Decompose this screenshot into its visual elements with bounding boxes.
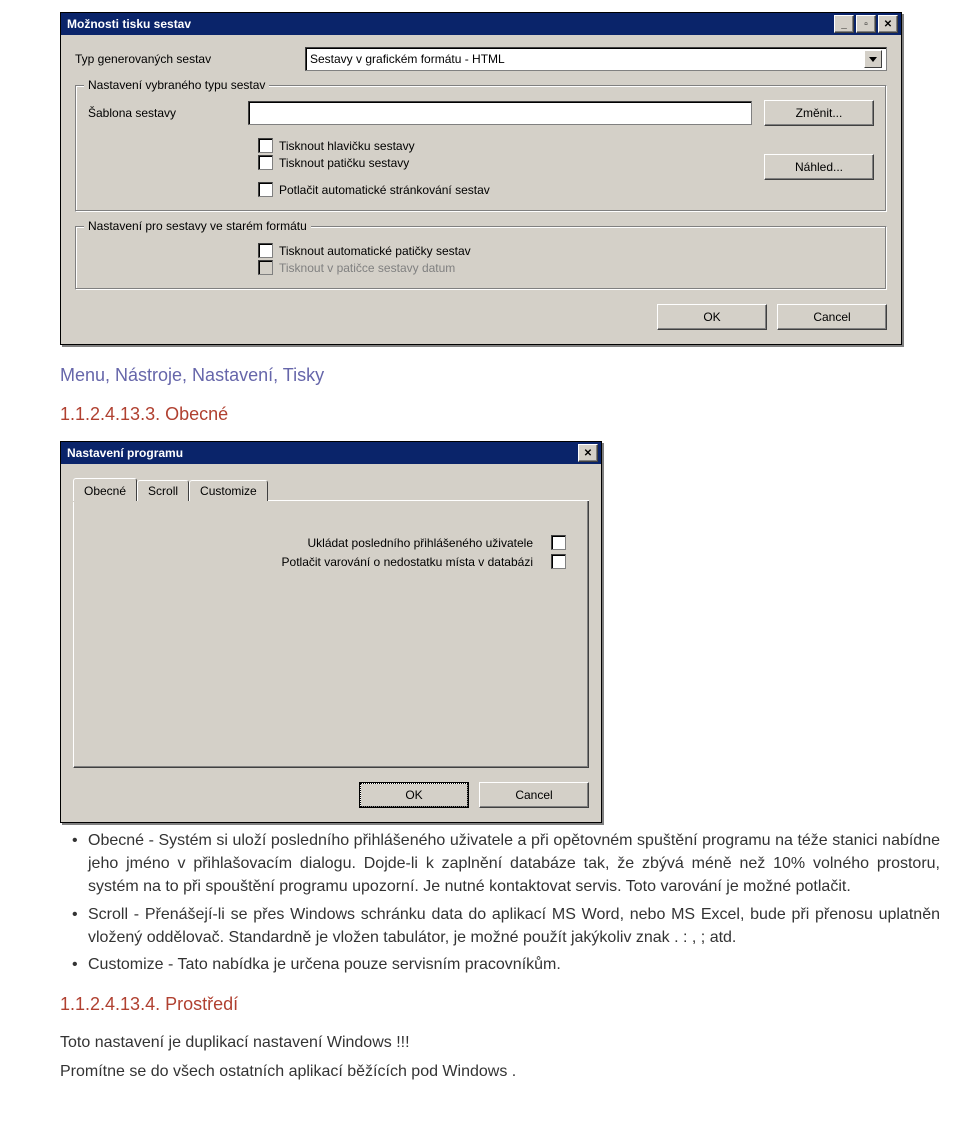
change-button-label: Změnit...: [796, 106, 843, 120]
paragraph-2: Promítne se do všech ostatních aplikací …: [60, 1060, 940, 1083]
template-input[interactable]: [248, 101, 752, 125]
preview-button[interactable]: Náhled...: [764, 154, 874, 180]
checkbox-footer[interactable]: [258, 155, 273, 170]
opt-save-last-user-label: Ukládat posledního přihlášeného uživatel…: [308, 536, 534, 550]
checkbox-suppress-space-warning[interactable]: [551, 554, 566, 569]
bullet-customize: Customize - Tato nabídka je určena pouze…: [66, 953, 940, 976]
dialog-print-options: Možnosti tisku sestav _ ▫ ✕ Typ generova…: [60, 12, 902, 345]
checkbox-footer-date: [258, 260, 273, 275]
ok-button[interactable]: OK: [657, 304, 767, 330]
window-title-2: Nastavení programu: [67, 446, 183, 460]
tab-customize[interactable]: Customize: [189, 480, 268, 501]
section-number-1: 1.1.2.4.13.3. Obecné: [60, 404, 940, 425]
group-selected-type-legend: Nastavení vybraného typu sestav: [84, 78, 269, 92]
ok-button-2[interactable]: OK: [359, 782, 469, 808]
paragraph-1: Toto nastavení je duplikací nastavení Wi…: [60, 1031, 940, 1054]
checkbox-suppress-paging[interactable]: [258, 182, 273, 197]
checkbox-auto-footers-label: Tisknout automatické patičky sestav: [279, 244, 471, 258]
restore-icon[interactable]: ▫: [856, 15, 876, 33]
breadcrumb-path: Menu, Nástroje, Nastavení, Tisky: [60, 365, 940, 386]
ok-label: OK: [703, 310, 720, 324]
chevron-down-icon[interactable]: [864, 50, 882, 68]
titlebar: Možnosti tisku sestav _ ▫ ✕: [61, 13, 901, 35]
type-label: Typ generovaných sestav: [75, 52, 305, 66]
cancel-label: Cancel: [813, 310, 850, 324]
checkbox-header[interactable]: [258, 138, 273, 153]
dialog-program-settings: Nastavení programu ✕ Obecné Scroll Custo…: [60, 441, 602, 823]
bullet-obecne: Obecné - Systém si uloží posledního přih…: [66, 829, 940, 899]
checkbox-footer-label: Tisknout patičku sestavy: [279, 156, 409, 170]
minimize-icon[interactable]: _: [834, 15, 854, 33]
window-title: Možnosti tisku sestav: [67, 17, 191, 31]
section-number-2: 1.1.2.4.13.4. Prostředí: [60, 994, 940, 1015]
template-label: Šablona sestavy: [88, 106, 248, 120]
checkbox-auto-footers[interactable]: [258, 243, 273, 258]
change-button[interactable]: Změnit...: [764, 100, 874, 126]
cancel-button-2[interactable]: Cancel: [479, 782, 589, 808]
preview-button-label: Náhled...: [795, 160, 843, 174]
tabstrip: Obecné Scroll Customize: [73, 476, 589, 501]
bullet-scroll: Scroll - Přenášejí-li se přes Windows sc…: [66, 903, 940, 949]
cancel-button[interactable]: Cancel: [777, 304, 887, 330]
tab-obecne[interactable]: Obecné: [73, 478, 137, 501]
cancel-label-2: Cancel: [515, 788, 552, 802]
titlebar-2: Nastavení programu ✕: [61, 442, 601, 464]
tabpanel-obecne: Ukládat posledního přihlášeného uživatel…: [73, 501, 589, 768]
group-selected-type: Nastavení vybraného typu sestav Šablona …: [75, 85, 887, 212]
type-select[interactable]: Sestavy v grafickém formátu - HTML: [305, 47, 887, 71]
type-select-value: Sestavy v grafickém formátu - HTML: [310, 52, 505, 66]
opt-suppress-space-warning-label: Potlačit varování o nedostatku místa v d…: [282, 555, 533, 569]
checkbox-suppress-paging-label: Potlačit automatické stránkování sestav: [279, 183, 490, 197]
close-icon[interactable]: ✕: [878, 15, 898, 33]
close-icon[interactable]: ✕: [578, 444, 598, 462]
group-old-format: Nastavení pro sestavy ve starém formátu …: [75, 226, 887, 290]
group-old-format-legend: Nastavení pro sestavy ve starém formátu: [84, 219, 311, 233]
checkbox-footer-date-label: Tisknout v patičce sestavy datum: [279, 261, 455, 275]
checkbox-header-label: Tisknout hlavičku sestavy: [279, 139, 415, 153]
tab-scroll[interactable]: Scroll: [137, 480, 189, 501]
checkbox-save-last-user[interactable]: [551, 535, 566, 550]
ok-label-2: OK: [405, 788, 422, 802]
